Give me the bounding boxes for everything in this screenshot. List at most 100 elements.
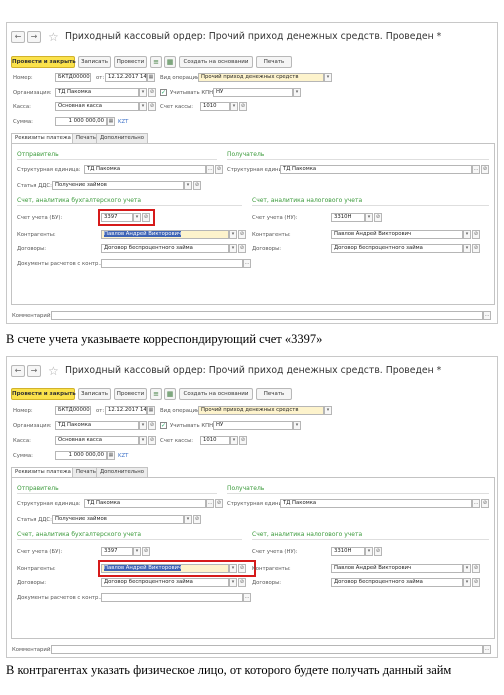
sender-struct-open-icon[interactable]: ⊘ — [215, 499, 223, 508]
print-button[interactable]: Печать — [256, 56, 292, 68]
sender-struct-field[interactable]: ТД Пакомка — [84, 499, 206, 508]
receiver-struct-open-icon[interactable]: ⊘ — [481, 165, 489, 174]
comment-field[interactable] — [51, 645, 483, 654]
counterparty-nu-field[interactable]: Павлов Андрей Викторович — [331, 230, 463, 239]
operation-field[interactable]: Прочий приход денежных средств — [198, 73, 324, 82]
counterparty-bu-dropdown-icon[interactable]: ▾ — [229, 564, 237, 573]
comment-expand-icon[interactable]: … — [483, 645, 491, 654]
account-bu-field[interactable]: 3397 — [101, 213, 133, 222]
cash-account-open-icon[interactable]: ⊘ — [239, 436, 247, 445]
account-bu-field[interactable]: 3397 — [101, 547, 133, 556]
cash-field[interactable]: Основная касса — [55, 102, 139, 111]
kpn-checkbox[interactable]: ✓ — [160, 422, 167, 429]
counterparty-bu-field[interactable]: Павлов Андрей Викторович — [101, 230, 229, 239]
contracts-bu-dropdown-icon[interactable]: ▾ — [229, 578, 237, 587]
currency-link[interactable]: KZT — [118, 119, 128, 125]
sender-struct-open-icon[interactable]: ⊘ — [215, 165, 223, 174]
back-button[interactable]: ← — [11, 365, 25, 377]
organization-dropdown-icon[interactable]: ▾ — [139, 421, 147, 430]
contracts-nu-field[interactable]: Договор беспроцентного займа — [331, 578, 463, 587]
settlement-docs-field[interactable] — [101, 593, 243, 602]
receiver-struct-field[interactable]: ТД Пакомка — [280, 165, 472, 174]
contracts-nu-field[interactable]: Договор беспроцентного займа — [331, 244, 463, 253]
comment-expand-icon[interactable]: … — [483, 311, 491, 320]
account-nu-field[interactable]: 3310Н — [331, 213, 365, 222]
account-nu-dropdown-icon[interactable]: ▾ — [365, 547, 373, 556]
counterparty-bu-dropdown-icon[interactable]: ▾ — [229, 230, 237, 239]
kpn-dropdown-icon[interactable]: ▾ — [293, 88, 301, 97]
save-button[interactable]: Записать — [78, 388, 111, 400]
sum-field[interactable]: 1 000 000,00 — [55, 117, 107, 126]
cash-open-icon[interactable]: ⊘ — [148, 436, 156, 445]
account-bu-open-icon[interactable]: ⊘ — [142, 213, 150, 222]
contracts-nu-open-icon[interactable]: ⊘ — [472, 578, 480, 587]
save-button[interactable]: Записать — [78, 56, 111, 68]
tab-additional[interactable]: Дополнительно — [96, 467, 148, 477]
calendar-icon[interactable]: ▦ — [147, 73, 155, 82]
counterparty-nu-dropdown-icon[interactable]: ▾ — [463, 230, 471, 239]
account-nu-dropdown-icon[interactable]: ▾ — [365, 213, 373, 222]
counterparty-bu-field[interactable]: Павлов Андрей Викторович — [101, 564, 229, 573]
currency-link[interactable]: KZT — [118, 453, 128, 459]
dds-dropdown-icon[interactable]: ▾ — [184, 515, 192, 524]
cash-account-open-icon[interactable]: ⊘ — [239, 102, 247, 111]
forward-button[interactable]: → — [27, 365, 41, 377]
receiver-struct-select-icon[interactable]: … — [472, 165, 480, 174]
post-and-close-button[interactable]: Провести и закрыть — [11, 56, 76, 68]
post-button[interactable]: Провести — [114, 56, 147, 68]
account-nu-field[interactable]: 3310Н — [331, 547, 365, 556]
organization-field[interactable]: ТД Пакомка — [55, 421, 139, 430]
dds-field[interactable]: Получение займов — [52, 515, 184, 524]
sender-struct-field[interactable]: ТД Пакомка — [84, 165, 206, 174]
post-and-close-button[interactable]: Провести и закрыть — [11, 388, 76, 400]
create-based-on-button[interactable]: Создать на основании — [179, 388, 253, 400]
report-icon[interactable]: ▦ — [164, 388, 176, 400]
counterparty-bu-open-icon[interactable]: ⊘ — [238, 230, 246, 239]
sum-field[interactable]: 1 000 000,00 — [55, 451, 107, 460]
contracts-bu-field[interactable]: Договор беспроцентного займа — [101, 244, 229, 253]
tab-additional[interactable]: Дополнительно — [96, 133, 148, 143]
cash-open-icon[interactable]: ⊘ — [148, 102, 156, 111]
back-button[interactable]: ← — [11, 31, 25, 43]
calculator-icon[interactable]: ▦ — [107, 117, 115, 126]
counterparty-nu-field[interactable]: Павлов Андрей Викторович — [331, 564, 463, 573]
cash-dropdown-icon[interactable]: ▾ — [139, 436, 147, 445]
account-bu-dropdown-icon[interactable]: ▾ — [133, 213, 141, 222]
number-field[interactable]: БКТД000001 — [55, 73, 91, 82]
cash-field[interactable]: Основная касса — [55, 436, 139, 445]
cash-account-field[interactable]: 1010 — [200, 102, 230, 111]
cash-account-dropdown-icon[interactable]: ▾ — [230, 102, 238, 111]
operation-dropdown-icon[interactable]: ▾ — [324, 73, 332, 82]
contracts-bu-open-icon[interactable]: ⊘ — [238, 578, 246, 587]
cash-account-field[interactable]: 1010 — [200, 436, 230, 445]
report-icon[interactable]: ▦ — [164, 56, 176, 68]
contracts-nu-open-icon[interactable]: ⊘ — [472, 244, 480, 253]
counterparty-nu-open-icon[interactable]: ⊘ — [472, 564, 480, 573]
organization-dropdown-icon[interactable]: ▾ — [139, 88, 147, 97]
contracts-bu-open-icon[interactable]: ⊘ — [238, 244, 246, 253]
dds-open-icon[interactable]: ⊘ — [193, 515, 201, 524]
kpn-field[interactable]: НУ — [213, 421, 293, 430]
dds-field[interactable]: Получение займов — [52, 181, 184, 190]
kpn-dropdown-icon[interactable]: ▾ — [293, 421, 301, 430]
counterparty-nu-open-icon[interactable]: ⊘ — [472, 230, 480, 239]
receiver-struct-field[interactable]: ТД Пакомка — [280, 499, 472, 508]
settlement-docs-field[interactable] — [101, 259, 243, 268]
account-nu-open-icon[interactable]: ⊘ — [374, 547, 382, 556]
post-button[interactable]: Провести — [114, 388, 147, 400]
contracts-nu-dropdown-icon[interactable]: ▾ — [463, 244, 471, 253]
kpn-checkbox[interactable]: ✓ — [160, 89, 167, 96]
date-field[interactable]: 12.12.2017 14:47:3 — [105, 73, 147, 82]
contracts-bu-field[interactable]: Договор беспроцентного займа — [101, 578, 229, 587]
counterparty-bu-open-icon[interactable]: ⊘ — [238, 564, 246, 573]
organization-open-icon[interactable]: ⊘ — [148, 421, 156, 430]
account-bu-open-icon[interactable]: ⊘ — [142, 547, 150, 556]
sender-struct-select-icon[interactable]: … — [206, 499, 214, 508]
receiver-struct-open-icon[interactable]: ⊘ — [481, 499, 489, 508]
receiver-struct-select-icon[interactable]: … — [472, 499, 480, 508]
kpn-field[interactable]: НУ — [213, 88, 293, 97]
calendar-icon[interactable]: ▦ — [147, 406, 155, 415]
favorite-star-icon[interactable]: ☆ — [48, 364, 59, 378]
settlement-docs-select-icon[interactable]: … — [243, 259, 251, 268]
date-field[interactable]: 12.12.2017 14:47:3 — [105, 406, 147, 415]
